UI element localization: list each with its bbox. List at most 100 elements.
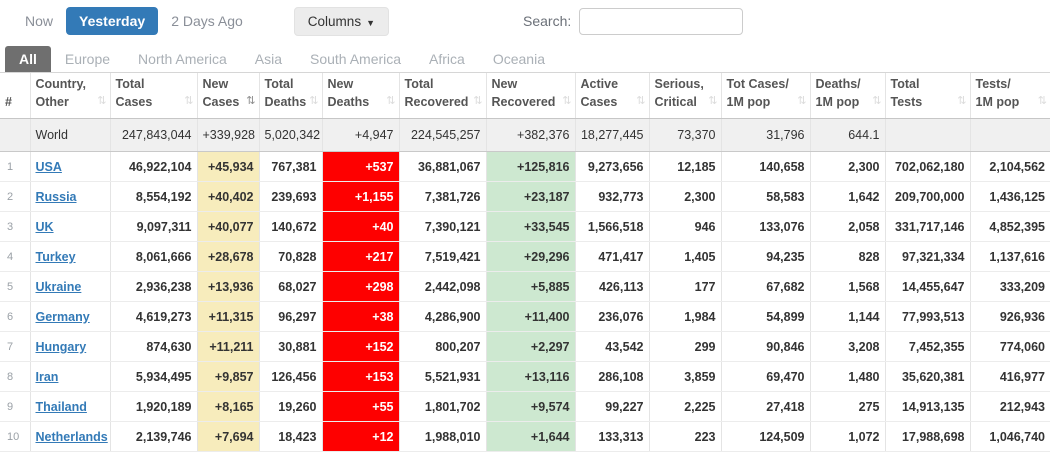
cell-total-recovered: 1,988,010 [399,422,486,452]
cell-tests-1m-pop: 1,436,125 [970,182,1050,212]
country-link-usa[interactable]: USA [36,160,62,174]
cell-deaths-1m-pop: 1,568 [810,272,885,302]
sort-icon: ⇅ [473,94,482,110]
cell-new-deaths: +4,947 [322,119,399,152]
cell-new-deaths: +12 [322,422,399,452]
cell-total-deaths: 126,456 [259,362,322,392]
column-header-total-recovered[interactable]: TotalRecovered⇅ [399,73,486,119]
column-header-total-cases[interactable]: TotalCases⇅ [110,73,197,119]
column-header-total-tests[interactable]: TotalTests⇅ [885,73,970,119]
rank-cell: 10 [0,422,30,452]
cell-total-tests: 14,913,135 [885,392,970,422]
cell-total-tests: 7,452,355 [885,332,970,362]
rank-cell [0,119,30,152]
cell-new-cases: +11,211 [197,332,259,362]
column-header-active-cases[interactable]: ActiveCases⇅ [575,73,649,119]
country-link-iran[interactable]: Iran [36,370,59,384]
cell-total-deaths: 18,423 [259,422,322,452]
country-cell: Russia [30,182,110,212]
cell-new-recovered: +33,545 [486,212,575,242]
country-link-turkey[interactable]: Turkey [36,250,76,264]
cell-new-recovered: +382,376 [486,119,575,152]
cell-total-recovered: 7,381,726 [399,182,486,212]
cell-tests-1m-pop: 4,852,395 [970,212,1050,242]
cell-total-deaths: 30,881 [259,332,322,362]
rank-cell: 7 [0,332,30,362]
cell-total-recovered: 4,286,900 [399,302,486,332]
column-header-new-recovered[interactable]: NewRecovered⇅ [486,73,575,119]
cell-deaths-1m-pop: 828 [810,242,885,272]
sort-icon: ⇅ [636,94,645,110]
continent-tab-asia[interactable]: Asia [241,46,296,72]
cell-total-tests: 77,993,513 [885,302,970,332]
column-header-total-deaths[interactable]: TotalDeaths⇅ [259,73,322,119]
cell-total-recovered: 7,390,121 [399,212,486,242]
cell-serious-critical: 3,859 [649,362,721,392]
time-tab-now[interactable]: Now [12,7,66,35]
search-area: Search: [523,8,743,35]
sort-icon: ⇅ [872,94,881,110]
country-link-russia[interactable]: Russia [36,190,77,204]
continent-tab-north-america[interactable]: North America [124,46,241,72]
cell-active-cases: 1,566,518 [575,212,649,242]
column-header-new-deaths[interactable]: NewDeaths⇅ [322,73,399,119]
column-header-country-other[interactable]: Country,Other⇅ [30,73,110,119]
cell-active-cases: 133,313 [575,422,649,452]
country-link-thailand[interactable]: Thailand [36,400,87,414]
search-input[interactable] [579,8,743,35]
sort-icon: ⇅ [957,94,966,110]
cell-new-deaths: +153 [322,362,399,392]
cell-deaths-1m-pop: 2,058 [810,212,885,242]
table-row-ukraine: 5Ukraine2,936,238+13,93668,027+2982,442,… [0,272,1050,302]
column-header-tot-cases-1m-pop[interactable]: Tot Cases/1M pop⇅ [721,73,810,119]
cell-new-deaths: +38 [322,302,399,332]
table-row-netherlands: 10Netherlands2,139,746+7,69418,423+121,9… [0,422,1050,452]
header-row: #Country,Other⇅TotalCases⇅NewCases⇅Total… [0,73,1050,119]
cell-tests-1m-pop: 212,943 [970,392,1050,422]
table-row-iran: 8Iran5,934,495+9,857126,456+1535,521,931… [0,362,1050,392]
column-header-new-cases[interactable]: NewCases⇅ [197,73,259,119]
continent-tab-all[interactable]: All [5,46,51,72]
cell-serious-critical: 73,370 [649,119,721,152]
cell-active-cases: 99,227 [575,392,649,422]
column-header-serious-critical[interactable]: Serious,Critical⇅ [649,73,721,119]
country-link-hungary[interactable]: Hungary [36,340,87,354]
cell-new-cases: +8,165 [197,392,259,422]
cell-deaths-1m-pop: 1,144 [810,302,885,332]
column-header-tests-1m-pop[interactable]: Tests/1M pop⇅ [970,73,1050,119]
cell-new-cases: +40,077 [197,212,259,242]
country-link-ukraine[interactable]: Ukraine [36,280,82,294]
column-header-deaths-1m-pop[interactable]: Deaths/1M pop⇅ [810,73,885,119]
cell-new-cases: +45,934 [197,152,259,182]
cell-active-cases: 43,542 [575,332,649,362]
cell-tot-cases-1m-pop: 54,899 [721,302,810,332]
cell-total-cases: 1,920,189 [110,392,197,422]
cell-new-cases: +13,936 [197,272,259,302]
cell-tot-cases-1m-pop: 31,796 [721,119,810,152]
sort-icon: ⇅ [309,94,318,110]
continent-tab-oceania[interactable]: Oceania [479,46,559,72]
continent-tab-africa[interactable]: Africa [415,46,479,72]
time-tab-yesterday[interactable]: Yesterday [66,7,158,35]
sort-icon: ⇅ [1038,94,1047,110]
country-cell: USA [30,152,110,182]
continent-tab-europe[interactable]: Europe [51,46,124,72]
time-tab-2-days-ago[interactable]: 2 Days Ago [158,7,256,35]
cell-total-tests [885,119,970,152]
sort-icon: ⇅ [246,94,255,110]
country-link-germany[interactable]: Germany [36,310,90,324]
cell-total-cases: 2,936,238 [110,272,197,302]
columns-dropdown-button[interactable]: Columns▼ [294,7,389,36]
table-row-germany: 6Germany4,619,273+11,31596,297+384,286,9… [0,302,1050,332]
continent-tab-south-america[interactable]: South America [296,46,415,72]
rank-cell: 5 [0,272,30,302]
cell-active-cases: 9,273,656 [575,152,649,182]
cell-new-deaths: +40 [322,212,399,242]
columns-button-label: Columns [308,14,361,29]
cell-tests-1m-pop: 1,046,740 [970,422,1050,452]
country-link-uk[interactable]: UK [36,220,54,234]
cell-tests-1m-pop: 333,209 [970,272,1050,302]
cell-new-recovered: +2,297 [486,332,575,362]
country-cell: Iran [30,362,110,392]
country-link-netherlands[interactable]: Netherlands [36,430,108,444]
